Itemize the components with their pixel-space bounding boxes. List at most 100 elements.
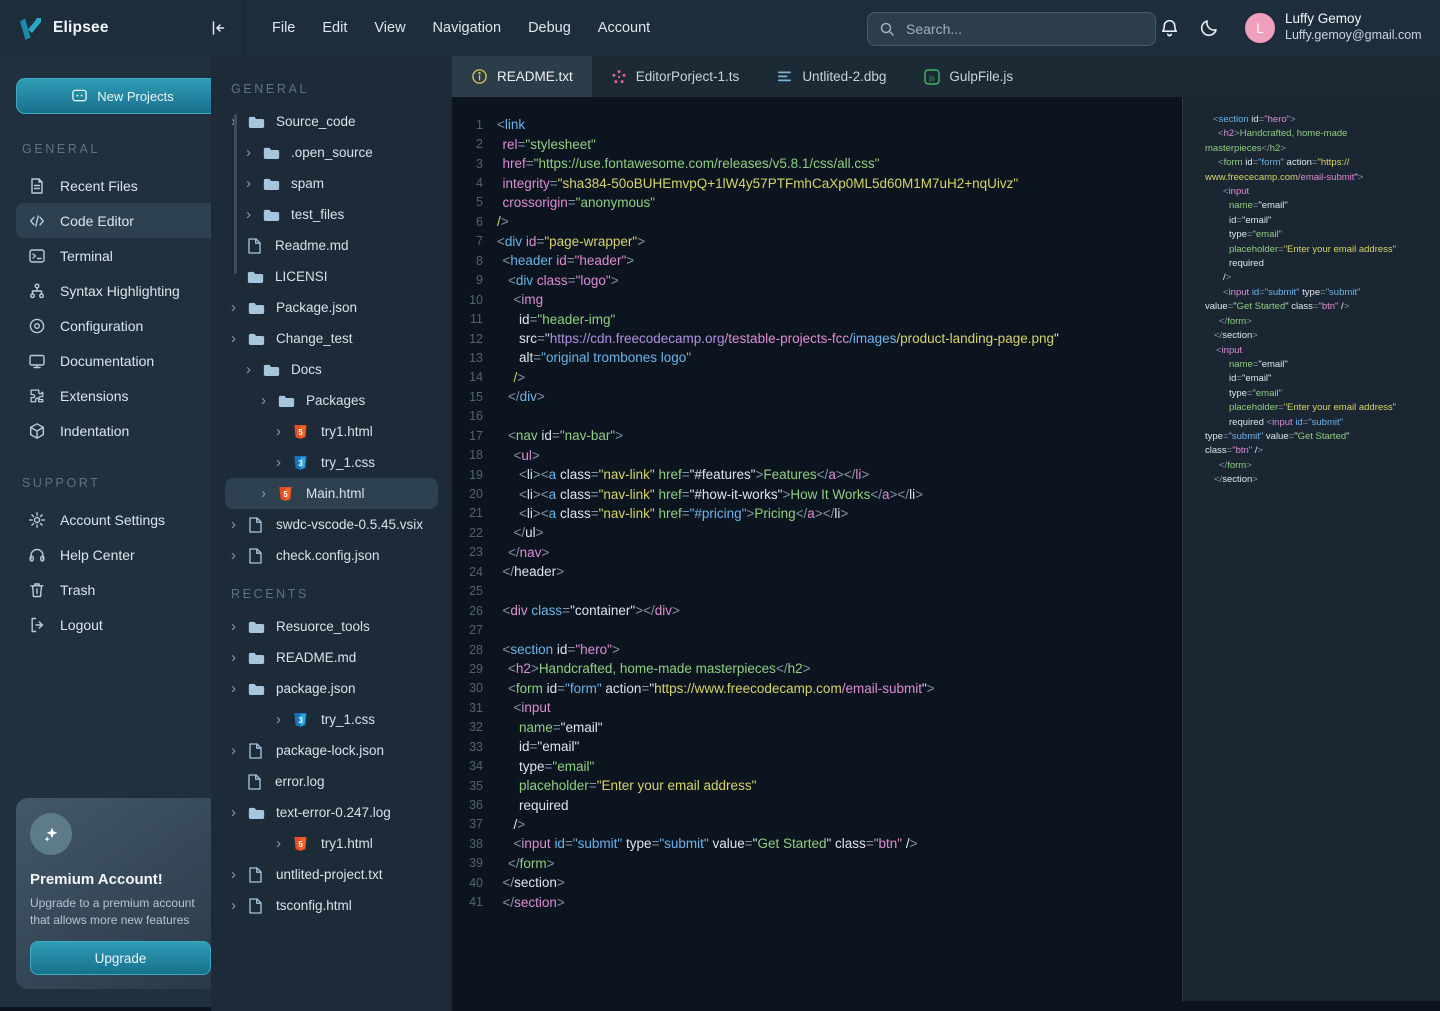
tab-gulpfile-js[interactable]: jsGulpFile.js [905,56,1032,97]
explorer-scrollbar[interactable] [234,114,237,274]
tree-item-readme-md[interactable]: Readme.md [211,230,452,261]
tree-item-open-source[interactable]: ›.open_source [211,137,452,168]
sidebar-item-extensions[interactable]: Extensions [16,378,227,413]
sidebar-item-help-center[interactable]: Help Center [16,537,227,572]
code-line[interactable]: 32name="email" [452,718,1182,737]
code-line[interactable]: 28<section id="hero"> [452,640,1182,659]
tree-item-docs[interactable]: ›Docs [211,354,452,385]
search-box[interactable] [867,12,1156,46]
tree-item-source-code[interactable]: ›Source_code [211,106,452,137]
chevron-right-icon[interactable]: › [246,207,263,222]
sidebar-item-code-editor[interactable]: Code Editor [16,203,227,238]
tree-item-package-lock-json[interactable]: ›package-lock.json [211,735,452,766]
tree-item-tsconfig-html[interactable]: ›tsconfig.html [211,890,452,921]
code-line[interactable]: 18<ul> [452,445,1182,464]
tree-item-readme-md[interactable]: ›README.md [211,642,452,673]
chevron-right-icon[interactable]: › [231,681,248,696]
code-line[interactable]: 12src="https://cdn.freecodecamp.org/test… [452,329,1182,348]
code-line[interactable]: 4integrity="sha384-50oBUHEmvpQ+1lW4y57PT… [452,173,1182,192]
dark-mode-moon-icon[interactable] [1200,18,1219,37]
code-line[interactable]: 31<input [452,698,1182,717]
tree-item-untlited-project-txt[interactable]: ›untlited-project.txt [211,859,452,890]
code-line[interactable]: 1<link [452,115,1182,134]
chevron-right-icon[interactable]: › [276,836,293,851]
tree-item-resuorce-tools[interactable]: ›Resuorce_tools [211,611,452,642]
code-line[interactable]: 38<input id="submit" type="submit" value… [452,834,1182,853]
chevron-right-icon[interactable]: › [231,517,248,532]
code-line[interactable]: 6/> [452,212,1182,231]
chevron-right-icon[interactable]: › [231,331,248,346]
new-projects-button[interactable]: New Projects [16,78,229,114]
code-line[interactable]: 27 [452,620,1182,639]
code-line[interactable]: 19<li><a class="nav-link" href="#feature… [452,465,1182,484]
tree-item-error-log[interactable]: error.log [211,766,452,797]
code-line[interactable]: 36required [452,795,1182,814]
code-line[interactable]: 40</section> [452,873,1182,892]
code-line[interactable]: 15</div> [452,387,1182,406]
sidebar-item-logout[interactable]: Logout [16,607,227,642]
tree-item-check-config-json[interactable]: ›check.config.json [211,540,452,571]
tab-editorporject-1-ts[interactable]: EditorPorject-1.ts [592,56,759,97]
tree-item-package-json[interactable]: ›package.json [211,673,452,704]
code-line[interactable]: 25 [452,582,1182,601]
chevron-right-icon[interactable]: › [231,619,248,634]
code-line[interactable]: 3href="https://use.fontawesome.com/relea… [452,154,1182,173]
code-editor-pane[interactable]: 1<link2rel="stylesheet"3href="https://us… [452,97,1182,1003]
menu-item-account[interactable]: Account [598,20,650,36]
code-line[interactable]: 24</header> [452,562,1182,581]
menu-item-navigation[interactable]: Navigation [433,20,502,36]
tree-item-packages[interactable]: ›Packages [211,385,452,416]
menu-item-edit[interactable]: Edit [322,20,347,36]
code-line[interactable]: 33id="email" [452,737,1182,756]
code-line[interactable]: 9<div class="logo"> [452,271,1182,290]
code-line[interactable]: 14/> [452,368,1182,387]
chevron-right-icon[interactable]: › [246,176,263,191]
tree-item-spam[interactable]: ›spam [211,168,452,199]
code-line[interactable]: 2rel="stylesheet" [452,134,1182,153]
chevron-right-icon[interactable]: › [231,300,248,315]
sidebar-item-indentation[interactable]: Indentation [16,413,227,448]
sidebar-item-documentation[interactable]: Documentation [16,343,227,378]
code-line[interactable]: 37/> [452,815,1182,834]
code-line[interactable]: 5crossorigin="anonymous" [452,193,1182,212]
sidebar-item-trash[interactable]: Trash [16,572,227,607]
code-line[interactable]: 22</ul> [452,523,1182,542]
code-line[interactable]: 23</nav> [452,543,1182,562]
chevron-right-icon[interactable]: › [231,650,248,665]
minimap[interactable]: <section id="hero"><h2>Handcrafted, home… [1182,97,1440,1001]
tree-item-try1-html[interactable]: ›5try1.html [211,416,452,447]
tree-item-try-1-css[interactable]: ›3try_1.css [211,447,452,478]
menu-item-debug[interactable]: Debug [528,20,571,36]
code-line[interactable]: 7<div id="page-wrapper"> [452,232,1182,251]
avatar[interactable]: L [1245,13,1275,43]
sidebar-item-configuration[interactable]: Configuration [16,308,227,343]
code-line[interactable]: 16 [452,407,1182,426]
tree-item-licensi[interactable]: LICENSI [211,261,452,292]
tree-item-try-1-css[interactable]: ›3try_1.css [211,704,452,735]
search-input[interactable] [904,20,1144,38]
upgrade-button[interactable]: Upgrade [30,941,211,975]
chevron-right-icon[interactable]: › [276,424,293,439]
code-line[interactable]: 8<header id="header"> [452,251,1182,270]
menu-item-file[interactable]: File [272,20,295,36]
sidebar-item-syntax-highlighting[interactable]: Syntax Highlighting [16,273,227,308]
chevron-right-icon[interactable]: › [261,393,278,408]
code-line[interactable]: 39</form> [452,854,1182,873]
chevron-right-icon[interactable]: › [231,867,248,882]
chevron-right-icon[interactable]: › [276,455,293,470]
sidebar-item-terminal[interactable]: Terminal [16,238,227,273]
notifications-bell-icon[interactable] [1160,18,1179,38]
code-line[interactable]: 21<li><a class="nav-link" href="#pricing… [452,504,1182,523]
tab-readme-txt[interactable]: README.txt [452,56,592,97]
tree-item-swdc-vscode-0-5-45-vsix[interactable]: ›swdc-vscode-0.5.45.vsix [211,509,452,540]
tree-item-try1-html[interactable]: ›5try1.html [211,828,452,859]
collapse-sidebar-icon[interactable] [209,20,227,36]
sidebar-item-account-settings[interactable]: Account Settings [16,502,227,537]
menu-item-view[interactable]: View [374,20,405,36]
code-line[interactable]: 34type="email" [452,756,1182,775]
code-line[interactable]: 11id="header-img" [452,309,1182,328]
chevron-right-icon[interactable]: › [231,805,248,820]
tree-item-package-json[interactable]: ›Package.json [211,292,452,323]
chevron-right-icon[interactable]: › [246,145,263,160]
code-line[interactable]: 20<li><a class="nav-link" href="#how-it-… [452,484,1182,503]
